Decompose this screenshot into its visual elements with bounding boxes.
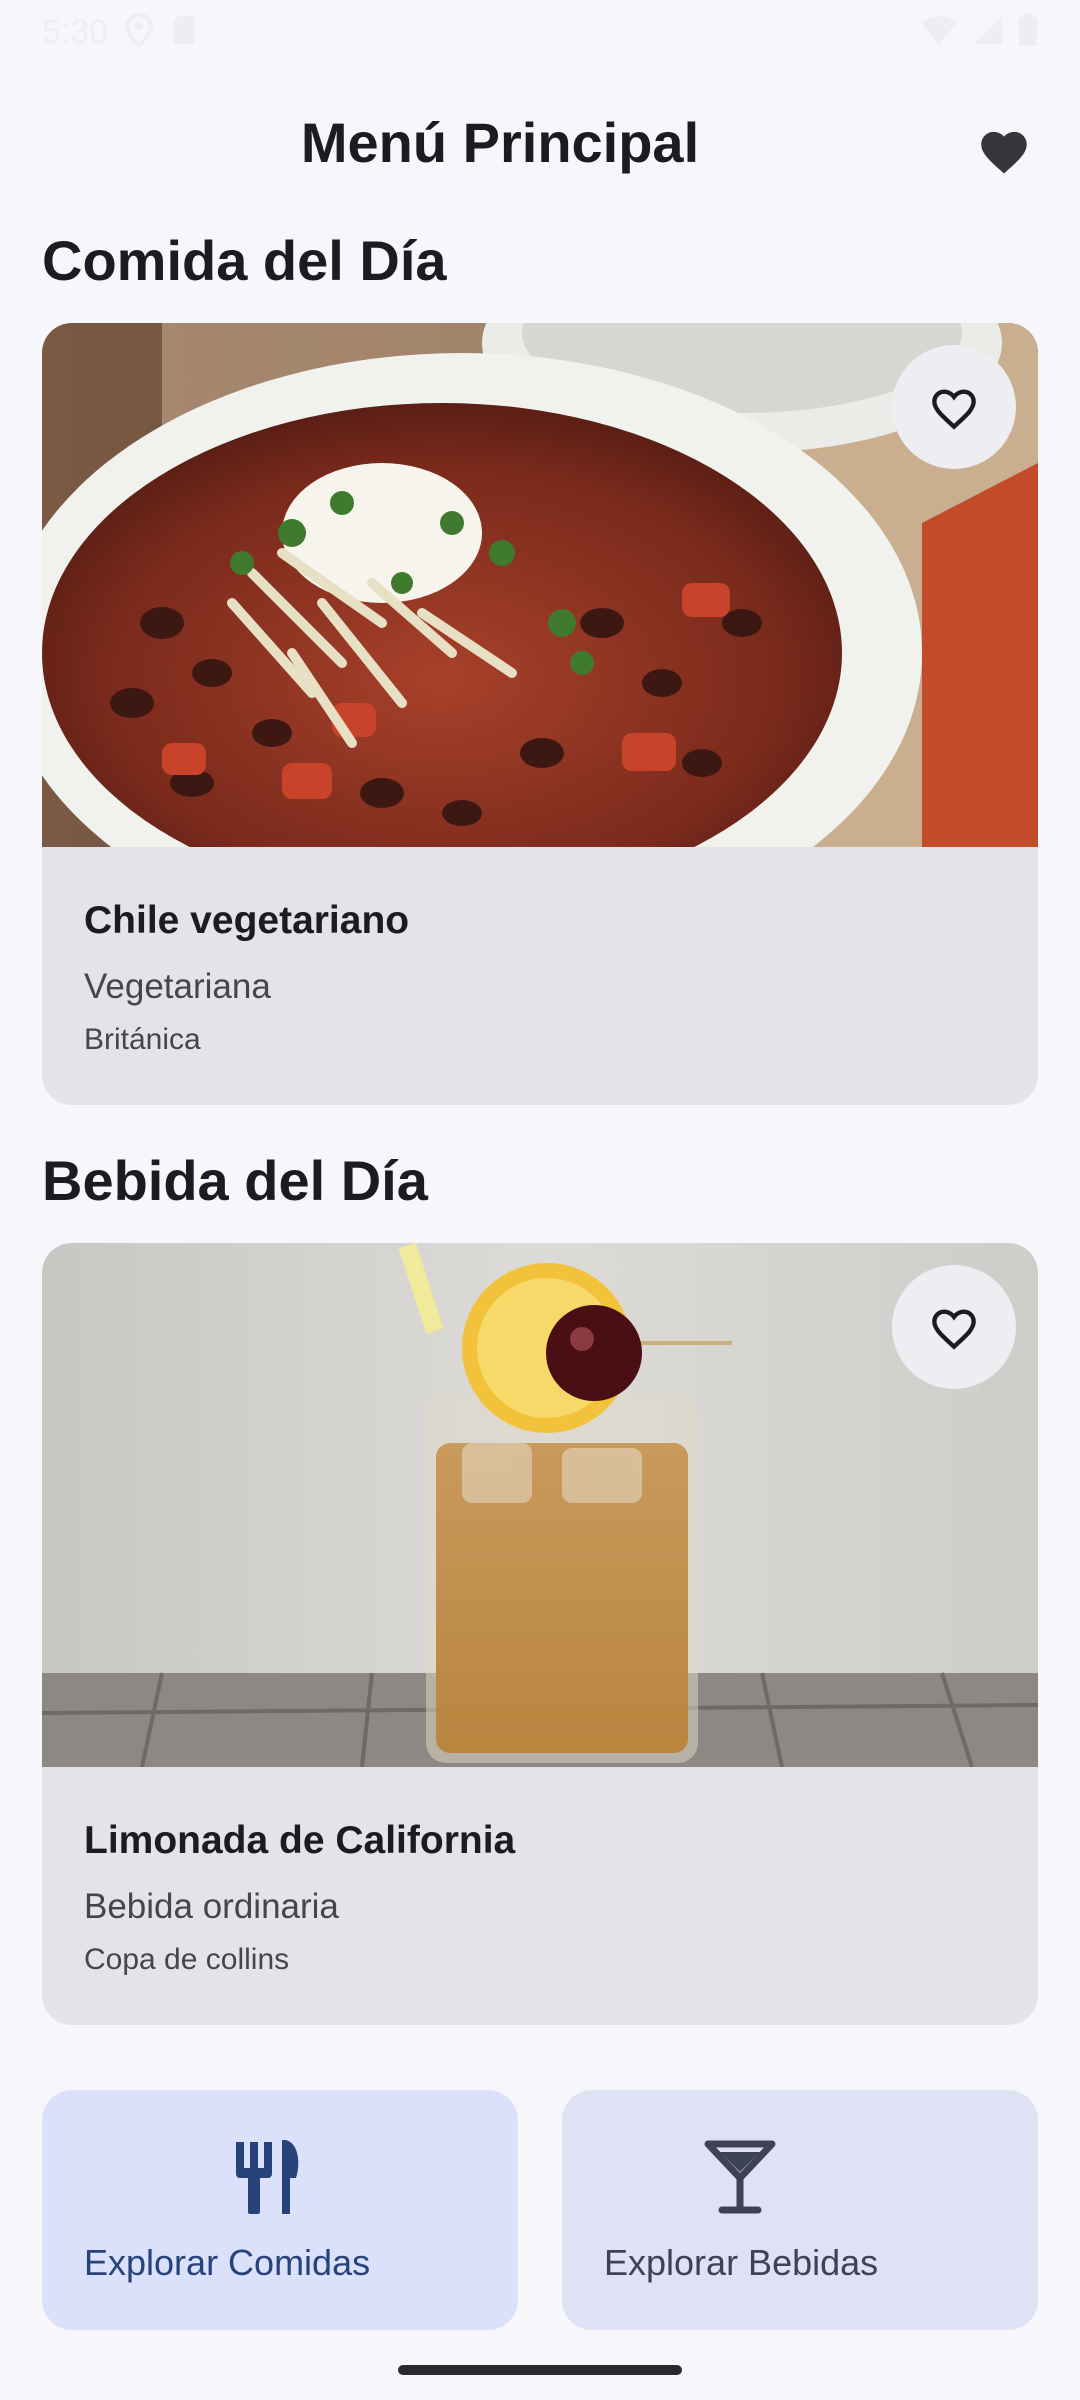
battery-icon <box>1018 13 1038 52</box>
home-indicator[interactable] <box>398 2365 682 2375</box>
meal-of-day-card[interactable]: Chile vegetariano Vegetariana Británica <box>42 323 1038 1105</box>
cocktail-glass-icon <box>704 2140 776 2214</box>
status-right <box>920 13 1038 52</box>
meal-image <box>42 323 1038 847</box>
drink-favorite-button[interactable] <box>892 1265 1016 1389</box>
status-left: 5:30 <box>42 12 198 52</box>
drink-section-title: Bebida del Día <box>42 1149 428 1212</box>
page-title: Menú Principal <box>300 111 700 174</box>
drink-glass: Copa de collins <box>84 1943 290 1976</box>
heart-outline-icon <box>932 1309 976 1350</box>
sd-card-icon <box>170 14 198 51</box>
explore-meals-label: Explorar Comidas <box>84 2242 371 2283</box>
meal-favorite-button[interactable] <box>892 345 1016 469</box>
explore-drinks-label: Explorar Bebidas <box>604 2242 879 2283</box>
drink-of-day-card[interactable]: Limonada de California Bebida ordinaria … <box>42 1243 1038 2025</box>
meal-category: Vegetariana <box>84 967 271 1006</box>
heart-outline-icon <box>932 389 976 430</box>
meal-section-title: Comida del Día <box>42 229 447 292</box>
explore-drinks-button[interactable]: Explorar Bebidas <box>562 2090 1038 2330</box>
status-bar: 5:30 <box>0 0 1080 64</box>
wifi-icon <box>920 15 958 50</box>
favorites-button[interactable] <box>964 110 1044 190</box>
location-icon <box>124 12 154 52</box>
drink-image <box>42 1243 1038 1767</box>
explore-meals-button[interactable]: Explorar Comidas <box>42 2090 518 2330</box>
signal-icon <box>972 15 1004 50</box>
top-app-bar: Menú Principal <box>0 96 1080 200</box>
heart-filled-icon <box>981 131 1027 174</box>
meal-area: Británica <box>84 1023 201 1056</box>
meal-name: Chile vegetariano <box>84 899 410 942</box>
status-time: 5:30 <box>42 12 109 51</box>
fork-knife-icon <box>236 2140 299 2214</box>
drink-category: Bebida ordinaria <box>84 1887 339 1926</box>
drink-name: Limonada de California <box>84 1819 516 1862</box>
